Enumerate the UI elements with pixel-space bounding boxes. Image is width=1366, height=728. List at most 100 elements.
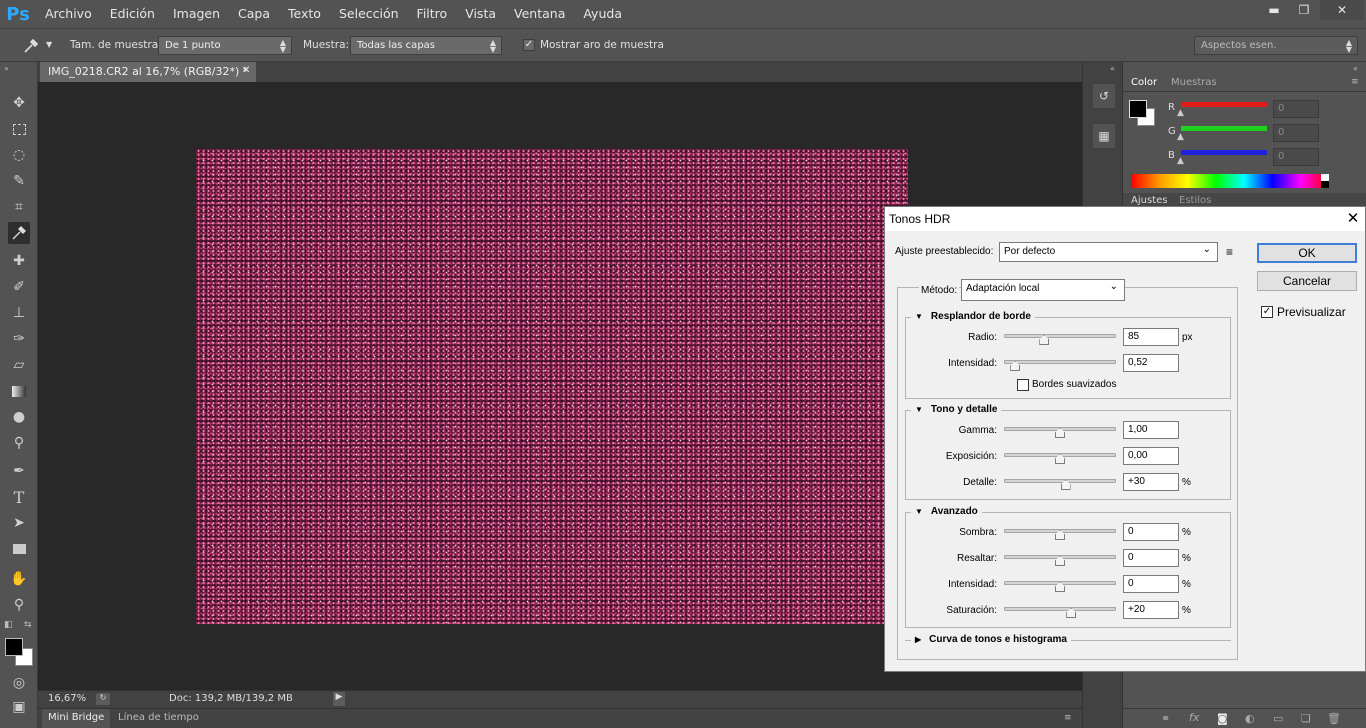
ok-button[interactable]: OK bbox=[1257, 243, 1357, 263]
vibrance-input[interactable]: 0 bbox=[1123, 575, 1179, 593]
edge-glow-header[interactable]: ▼ Resplandor de borde bbox=[911, 311, 1035, 322]
show-ring-checkbox[interactable]: ✓ bbox=[523, 39, 535, 51]
tab-color[interactable]: Color bbox=[1125, 75, 1164, 91]
swap-colors-icon[interactable]: ⇆ bbox=[24, 620, 32, 630]
new-layer-icon[interactable]: ❏ bbox=[1301, 712, 1311, 725]
minimize-button[interactable]: ▬ bbox=[1260, 0, 1288, 20]
black-swatch[interactable] bbox=[1321, 181, 1329, 188]
document-tab[interactable]: IMG_0218.CR2 al 16,7% (RGB/32*) * ✕ bbox=[40, 62, 256, 82]
tab-timeline[interactable]: Línea de tiempo bbox=[118, 712, 199, 723]
tab-adjustments[interactable]: Ajustes bbox=[1131, 195, 1167, 206]
path-selection-tool-icon[interactable]: ➤ bbox=[8, 512, 30, 534]
crop-tool-icon[interactable]: ⌗ bbox=[8, 196, 30, 218]
eyedropper-icon[interactable] bbox=[22, 37, 40, 55]
foreground-color-swatch[interactable] bbox=[5, 638, 23, 656]
hand-tool-icon[interactable]: ✋ bbox=[8, 568, 30, 590]
tab-swatches[interactable]: Muestras bbox=[1165, 75, 1223, 91]
menu-archivo[interactable]: Archivo bbox=[36, 0, 101, 28]
type-tool-icon[interactable]: T bbox=[8, 486, 30, 508]
strength-input[interactable]: 0,52 bbox=[1123, 354, 1179, 372]
saturation-slider[interactable] bbox=[1004, 607, 1116, 611]
screen-mode-icon[interactable]: ▣ bbox=[8, 696, 30, 718]
history-brush-tool-icon[interactable]: ✑ bbox=[8, 328, 30, 350]
tone-detail-header[interactable]: ▼ Tono y detalle bbox=[911, 404, 1002, 415]
slider-thumb-icon[interactable]: ▲ bbox=[1177, 108, 1184, 118]
healing-brush-tool-icon[interactable]: ✚ bbox=[8, 250, 30, 272]
green-value-input[interactable]: 0 bbox=[1273, 124, 1319, 142]
lasso-tool-icon[interactable]: ◌ bbox=[8, 144, 30, 166]
green-slider[interactable] bbox=[1181, 126, 1267, 131]
menu-vista[interactable]: Vista bbox=[456, 0, 505, 28]
preset-options-icon[interactable]: ≡ bbox=[1226, 245, 1233, 259]
preset-select[interactable]: Por defecto ⌄ bbox=[999, 242, 1218, 262]
properties-panel-icon[interactable]: ▦ bbox=[1093, 124, 1115, 148]
blur-tool-icon[interactable]: ● bbox=[8, 406, 30, 428]
brush-tool-icon[interactable]: ✐ bbox=[8, 276, 30, 298]
curve-histogram-header[interactable]: ▶ Curva de tonos e histograma bbox=[911, 634, 1071, 645]
menu-ayuda[interactable]: Ayuda bbox=[574, 0, 631, 28]
saturation-input[interactable]: +20 bbox=[1123, 601, 1179, 619]
foreground-color-swatch[interactable] bbox=[1129, 100, 1147, 118]
exposure-input[interactable]: 0,00 bbox=[1123, 447, 1179, 465]
menu-imagen[interactable]: Imagen bbox=[164, 0, 229, 28]
slider-thumb-icon[interactable]: ▲ bbox=[1177, 132, 1184, 142]
menu-filtro[interactable]: Filtro bbox=[408, 0, 457, 28]
close-tab-icon[interactable]: ✕ bbox=[242, 65, 250, 76]
pen-tool-icon[interactable]: ✒ bbox=[8, 460, 30, 482]
status-menu-arrow-icon[interactable]: ▶ bbox=[333, 692, 345, 706]
white-swatch[interactable] bbox=[1321, 174, 1329, 181]
trash-icon[interactable]: 🗑 bbox=[1327, 712, 1341, 725]
add-mask-icon[interactable]: ◙ bbox=[1217, 712, 1228, 725]
menu-capa[interactable]: Capa bbox=[229, 0, 279, 28]
dodge-tool-icon[interactable]: ⚲ bbox=[8, 432, 30, 454]
method-select[interactable]: Adaptación local ⌄ bbox=[961, 279, 1125, 301]
red-value-input[interactable]: 0 bbox=[1273, 100, 1319, 118]
cancel-button[interactable]: Cancelar bbox=[1257, 271, 1357, 291]
blue-slider[interactable] bbox=[1181, 150, 1267, 155]
collapse-arrows-icon[interactable]: « bbox=[1353, 64, 1358, 73]
gradient-tool-icon[interactable] bbox=[8, 380, 30, 402]
red-slider[interactable] bbox=[1181, 102, 1267, 107]
highlight-input[interactable]: 0 bbox=[1123, 549, 1179, 567]
default-colors-icon[interactable]: ◧ bbox=[4, 620, 13, 630]
quick-selection-tool-icon[interactable]: ✎ bbox=[8, 170, 30, 192]
collapse-arrows-icon[interactable]: « bbox=[1110, 64, 1115, 73]
gamma-input[interactable]: 1,00 bbox=[1123, 421, 1179, 439]
tab-mini-bridge[interactable]: Mini Bridge bbox=[42, 709, 111, 728]
tab-styles[interactable]: Estilos bbox=[1179, 195, 1211, 206]
strength-slider[interactable] bbox=[1004, 360, 1116, 364]
marquee-tool-icon[interactable] bbox=[8, 118, 30, 140]
color-spectrum-bar[interactable] bbox=[1131, 174, 1329, 188]
image-canvas[interactable] bbox=[196, 149, 908, 624]
clone-stamp-tool-icon[interactable]: ⊥ bbox=[8, 302, 30, 324]
close-button[interactable]: ✕ bbox=[1320, 0, 1364, 20]
workspace-select[interactable]: Aspectos esen. ▲ ▼ bbox=[1194, 36, 1358, 55]
sample-select[interactable]: Todas las capas ▲ ▼ bbox=[350, 36, 502, 55]
sample-size-select[interactable]: De 1 punto ▲ ▼ bbox=[158, 36, 292, 55]
move-tool-icon[interactable]: ✥ bbox=[8, 92, 30, 114]
detail-slider[interactable] bbox=[1004, 479, 1116, 483]
fx-icon[interactable]: fx bbox=[1189, 711, 1199, 724]
slider-thumb-icon[interactable]: ▲ bbox=[1177, 156, 1184, 166]
eyedropper-tool-icon[interactable] bbox=[8, 222, 30, 244]
advanced-header[interactable]: ▼ Avanzado bbox=[911, 506, 982, 517]
zoom-level[interactable]: 16,67% bbox=[48, 693, 86, 704]
radius-slider[interactable] bbox=[1004, 334, 1116, 338]
panel-menu-icon[interactable]: ≡ bbox=[1064, 713, 1072, 723]
smooth-edges-checkbox[interactable] bbox=[1017, 379, 1029, 391]
history-panel-icon[interactable]: ↺ bbox=[1093, 84, 1115, 108]
rectangle-tool-icon[interactable] bbox=[8, 538, 30, 560]
menu-texto[interactable]: Texto bbox=[279, 0, 330, 28]
dialog-close-icon[interactable]: ✕ bbox=[1343, 209, 1363, 229]
collapse-arrows-icon[interactable]: » bbox=[4, 64, 9, 73]
restore-button[interactable]: ❐ bbox=[1290, 0, 1318, 20]
share-icon[interactable]: ↻ bbox=[96, 693, 110, 705]
menu-ventana[interactable]: Ventana bbox=[505, 0, 574, 28]
zoom-tool-icon[interactable]: ⚲ bbox=[8, 594, 30, 616]
menu-edicion[interactable]: Edición bbox=[101, 0, 164, 28]
tool-preset-chevron-icon[interactable]: ▼ bbox=[46, 40, 52, 49]
link-layers-icon[interactable]: ⚭ bbox=[1161, 712, 1170, 725]
shadow-input[interactable]: 0 bbox=[1123, 523, 1179, 541]
panel-menu-icon[interactable]: ≡ bbox=[1351, 77, 1359, 87]
quick-mask-icon[interactable]: ◎ bbox=[8, 672, 30, 694]
